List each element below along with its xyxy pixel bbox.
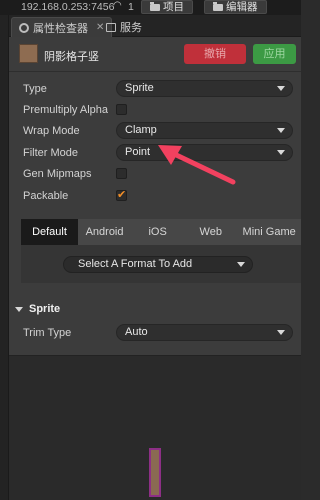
sprite-section-header[interactable]: Sprite <box>15 303 60 315</box>
platform-tab-bar: Default Android iOS Web Mini Game <box>21 219 301 245</box>
tab-web[interactable]: Web <box>184 219 237 245</box>
gen-mipmaps-label: Gen Mipmaps <box>23 168 92 180</box>
packable-label: Packable <box>23 190 69 202</box>
tab-mini-game[interactable]: Mini Game <box>237 219 301 245</box>
sprite-section-title: Sprite <box>29 303 61 315</box>
editor-button[interactable]: 编辑器 <box>204 0 267 14</box>
packable-checkbox[interactable] <box>116 188 127 201</box>
chevron-down-icon <box>277 128 285 133</box>
chevron-down-icon <box>277 86 285 91</box>
trim-type-label: Trim Type <box>23 327 72 339</box>
folder-icon <box>150 1 160 11</box>
left-panel-edge <box>0 15 9 500</box>
chevron-down-icon <box>277 150 285 155</box>
wrap-mode-label: Wrap Mode <box>23 125 80 137</box>
gen-mipmaps-checkbox[interactable] <box>116 168 127 179</box>
tab-inspector[interactable]: 属性检查器 ✕ <box>11 17 113 37</box>
wrap-mode-value: Clamp <box>125 124 157 136</box>
sprite-preview <box>9 355 301 500</box>
tab-android[interactable]: Android <box>78 219 131 245</box>
panel-tab-bar: 属性检查器 ✕ 服务 <box>9 15 301 37</box>
chevron-down-icon <box>237 262 245 267</box>
tab-services-label: 服务 <box>120 22 142 34</box>
asset-thumbnail <box>19 44 38 63</box>
filter-mode-select[interactable]: Point <box>116 144 293 161</box>
wrap-mode-select[interactable]: Clamp <box>116 122 293 139</box>
top-status-bar: 192.168.0.253:7456 ◠ 1 项目 编辑器 <box>0 0 301 15</box>
format-select[interactable]: Select A Format To Add <box>63 256 253 273</box>
editor-button-label: 编辑器 <box>226 1 258 13</box>
asset-header: 阴影格子竖 撤销 应用 <box>9 37 301 72</box>
apply-button[interactable]: 应用 <box>253 44 296 64</box>
tab-inspector-label: 属性检查器 <box>33 22 88 35</box>
premultiply-alpha-label: Premultiply Alpha <box>23 104 108 116</box>
revert-button[interactable]: 撤销 <box>184 44 246 64</box>
collapse-triangle-icon <box>15 306 23 312</box>
type-select-value: Sprite <box>125 82 154 94</box>
project-button[interactable]: 项目 <box>141 0 193 14</box>
project-button-label: 项目 <box>163 1 184 13</box>
folder-icon <box>213 1 223 11</box>
wifi-icon: ◠ <box>113 0 122 11</box>
trim-type-value: Auto <box>125 326 148 338</box>
gear-icon <box>19 22 29 33</box>
tab-default[interactable]: Default <box>21 219 78 245</box>
tab-services[interactable]: 服务 <box>99 17 149 37</box>
tab-ios[interactable]: iOS <box>131 219 184 245</box>
trim-type-select[interactable]: Auto <box>116 324 293 341</box>
asset-name: 阴影格子竖 <box>44 51 99 63</box>
inspector-panel: 阴影格子竖 撤销 应用 Type Sprite Premultiply Alph… <box>9 37 301 355</box>
premultiply-alpha-checkbox[interactable] <box>116 104 127 115</box>
sprite-preview-image <box>149 448 161 497</box>
format-area: Select A Format To Add <box>21 245 301 283</box>
connection-count: 1 <box>128 1 134 13</box>
type-label: Type <box>23 83 47 95</box>
filter-mode-value: Point <box>125 146 151 158</box>
device-ip-address: 192.168.0.253:7456 <box>21 1 115 13</box>
type-select[interactable]: Sprite <box>116 80 293 97</box>
filter-mode-label: Filter Mode <box>23 147 79 159</box>
chevron-down-icon <box>277 330 285 335</box>
format-select-placeholder: Select A Format To Add <box>78 258 193 270</box>
services-icon <box>106 22 116 32</box>
